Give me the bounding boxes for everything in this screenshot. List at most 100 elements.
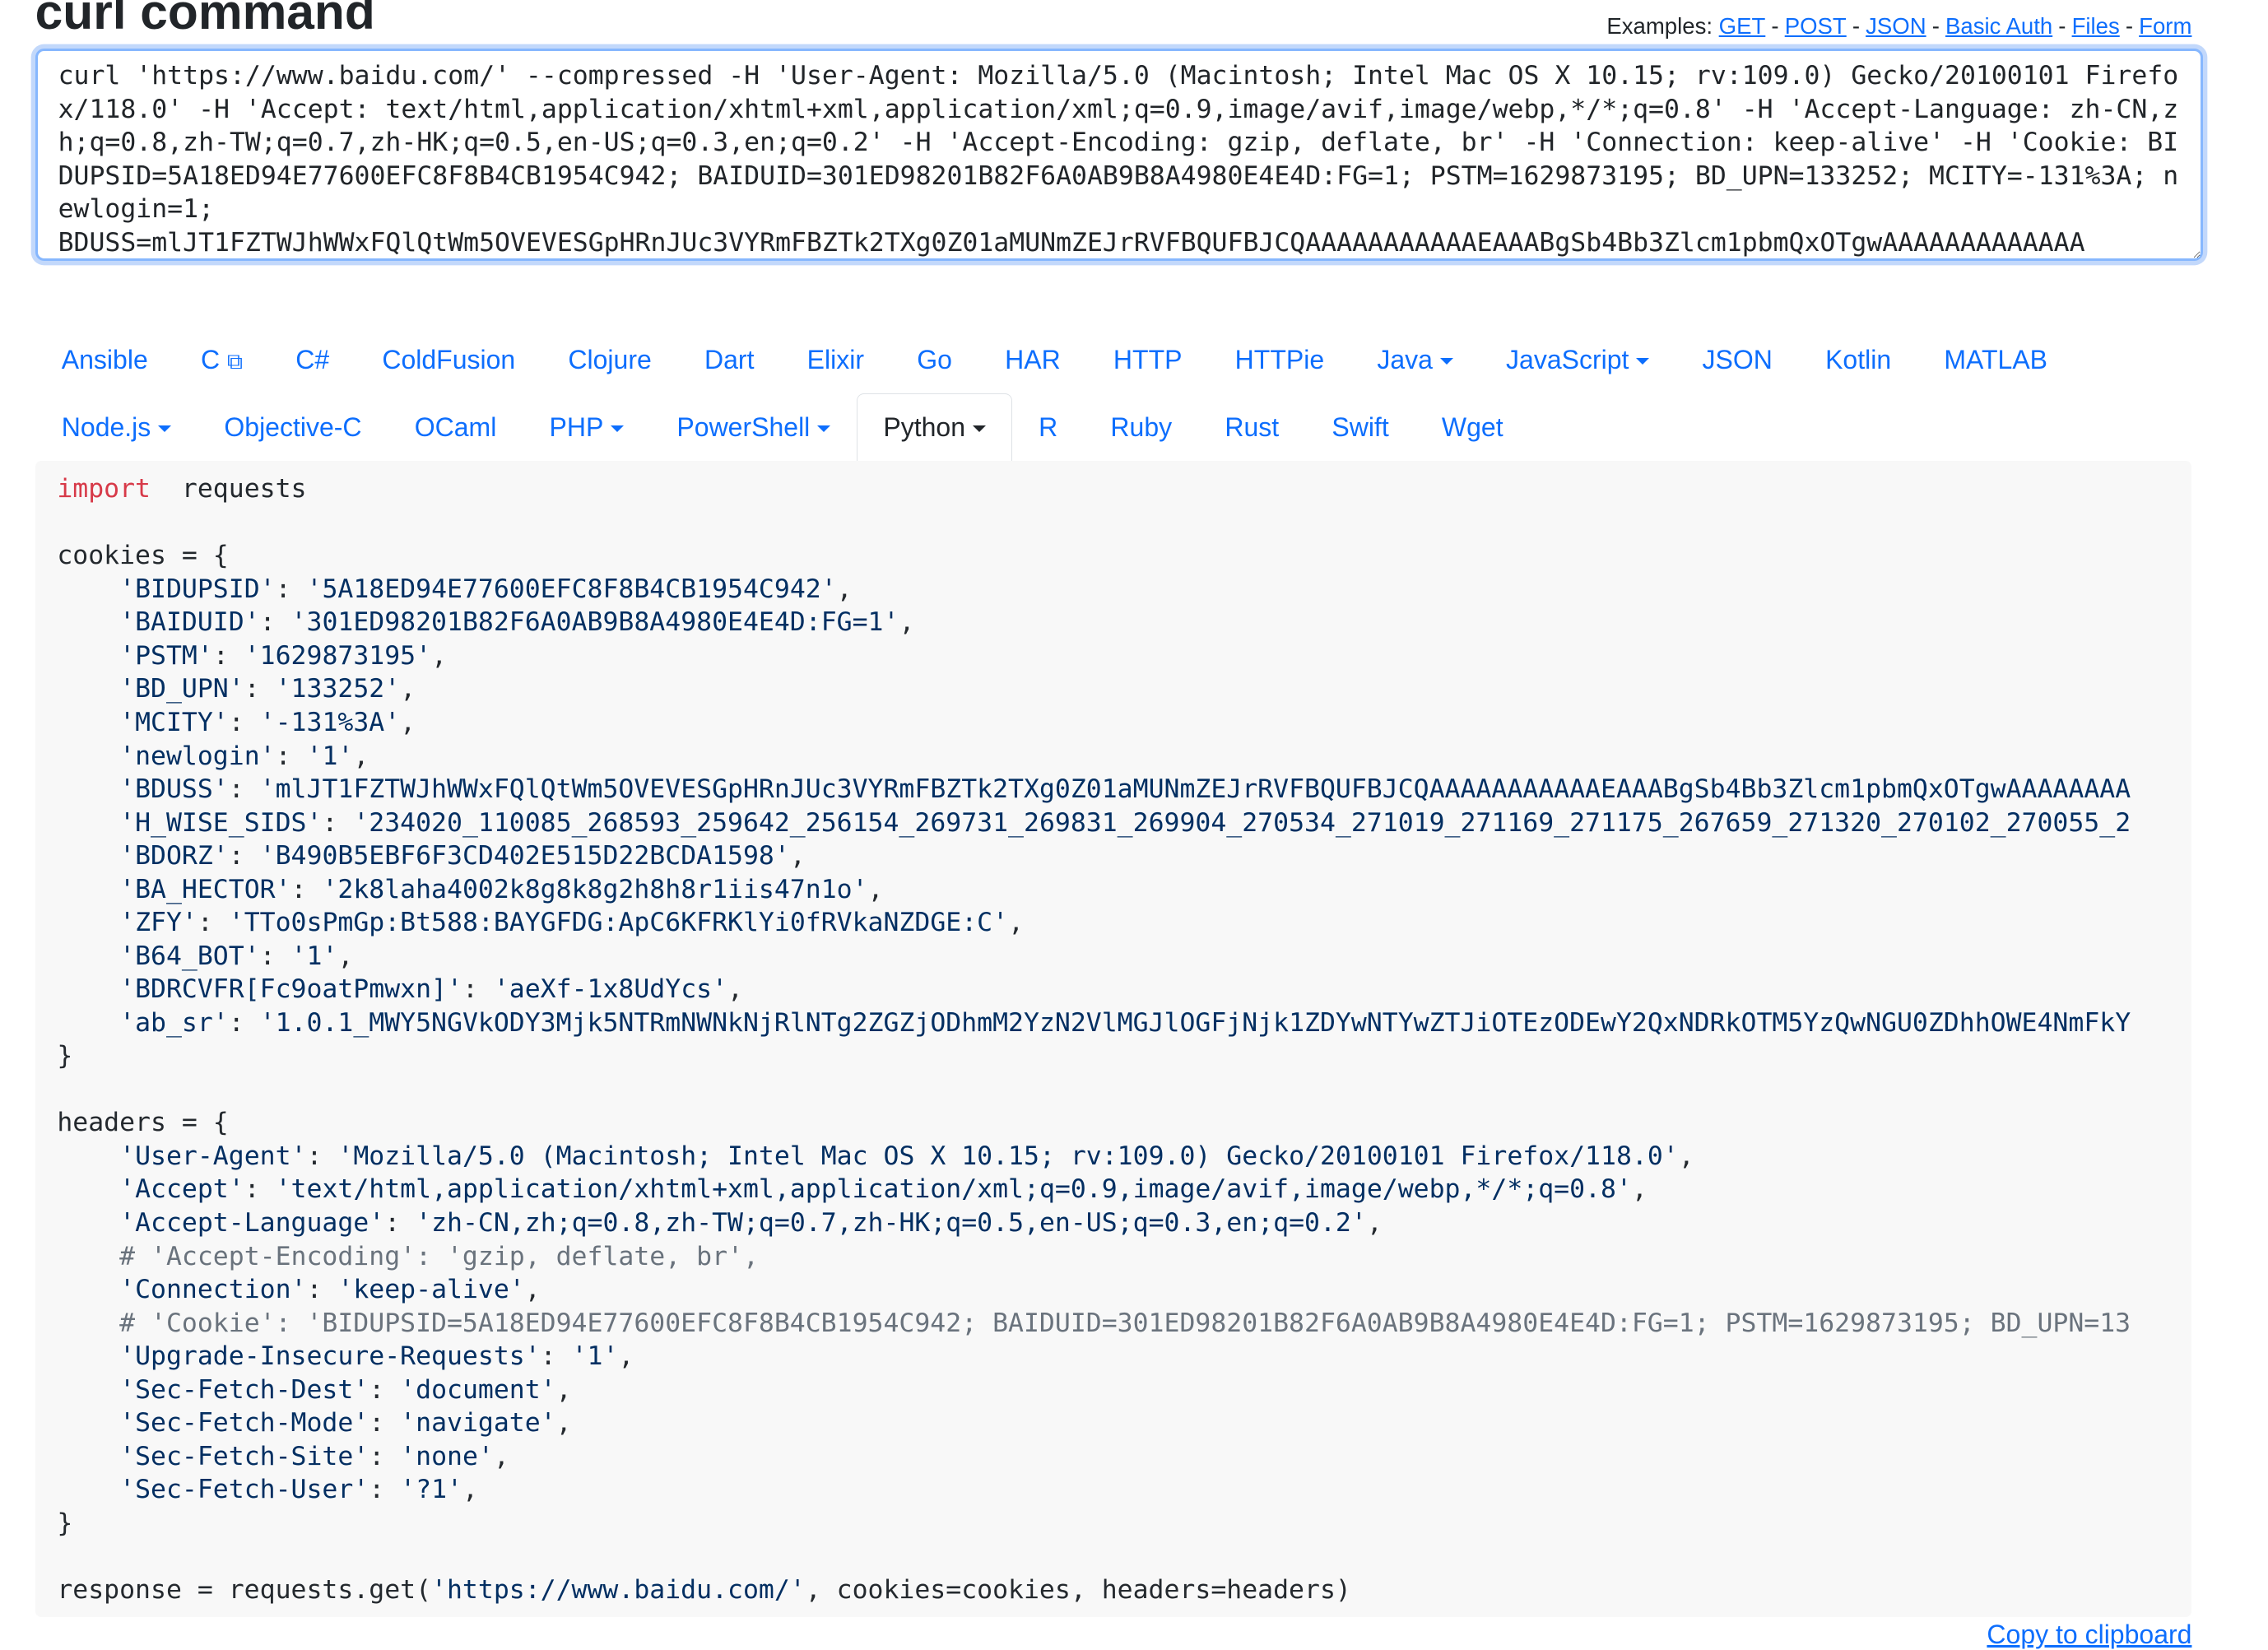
code-line: 'Sec-Fetch-Dest': 'document',	[57, 1373, 2169, 1407]
tab-ansible[interactable]: Ansible	[35, 326, 174, 394]
code-line: 'PSTM': '1629873195',	[57, 639, 2169, 673]
tab-har[interactable]: HAR	[978, 326, 1087, 394]
comment: # 'Accept-Encoding': 'gzip, deflate, br'…	[119, 1241, 759, 1271]
page-title: curl command	[35, 0, 375, 40]
tab-java[interactable]: Java	[1350, 326, 1480, 394]
code-line: 'Accept-Language': 'zh-CN,zh;q=0.8,zh-TW…	[57, 1206, 2169, 1240]
tab-ruby[interactable]: Ruby	[1084, 393, 1198, 462]
code-line: headers = {	[57, 1106, 2169, 1140]
tab-swift[interactable]: Swift	[1305, 393, 1415, 462]
tab-label: Ruby	[1110, 412, 1173, 443]
tab-ocaml[interactable]: OCaml	[388, 393, 523, 462]
example-link-get[interactable]: GET	[1719, 13, 1766, 39]
tab-matlab[interactable]: MATLAB	[1917, 326, 2074, 394]
tab-label: PowerShell	[676, 412, 811, 443]
tab-clojure[interactable]: Clojure	[541, 326, 678, 394]
code-line: 'ab_sr': '1.0.1_MWY5NGVkODY3Mjk5NTRmNWNk…	[57, 1006, 2169, 1040]
tab-label: Dart	[704, 345, 755, 375]
tab-label: PHP	[549, 412, 604, 443]
tab-node-js[interactable]: Node.js	[35, 393, 198, 462]
tab-php[interactable]: PHP	[523, 393, 650, 462]
code-text: ,	[1631, 1174, 1648, 1205]
tab-python[interactable]: Python	[857, 393, 1012, 462]
separator: -	[2058, 13, 2066, 39]
code-text: :	[197, 908, 229, 938]
code-text: }	[57, 1041, 73, 1071]
tab-label: Java	[1377, 345, 1433, 375]
code-text: :	[228, 841, 260, 871]
tab-javascript[interactable]: JavaScript	[1480, 326, 1675, 394]
tab-powershell[interactable]: PowerShell	[650, 393, 857, 462]
string-literal: 'BDRCVFR[Fc9oatPmwxn]'	[119, 974, 462, 1005]
code-text: ,	[1678, 1141, 1694, 1171]
string-literal: '2k8laha4002k8g8k8g2h8h8r1iis47n1o'	[322, 874, 868, 904]
tab-r[interactable]: R	[1012, 393, 1084, 462]
code-line: 'Sec-Fetch-Mode': 'navigate',	[57, 1406, 2169, 1440]
examples-label: Examples:	[1606, 13, 1713, 39]
string-literal: 'BIDUPSID'	[119, 574, 276, 604]
code-line: 'newlogin': '1',	[57, 740, 2169, 774]
code-line: cookies = {	[57, 539, 2169, 573]
generated-code-block: import requests cookies = { 'BIDUPSID': '…	[35, 461, 2192, 1617]
string-literal: 'none'	[400, 1441, 494, 1471]
example-link-files[interactable]: Files	[2072, 13, 2120, 39]
tab-label: Go	[917, 345, 952, 375]
code-text: ,	[836, 574, 853, 604]
code-text: :	[244, 1174, 276, 1205]
language-tabs-row-1: Ansible C ⧉ C# ColdFusion Clojure Dart Elixir Go…	[35, 326, 2194, 394]
tab-json[interactable]: JSON	[1675, 326, 1799, 394]
tab-kotlin[interactable]: Kotlin	[1799, 326, 1917, 394]
copy-to-clipboard-link[interactable]: Copy to clipboard	[1987, 1620, 2191, 1650]
tab-c[interactable]: C ⧉	[174, 326, 269, 394]
tab-elixir[interactable]: Elixir	[781, 326, 891, 394]
code-text: :	[244, 674, 276, 704]
string-literal: '1629873195'	[244, 640, 432, 671]
code-text: :	[228, 774, 260, 805]
code-line: # 'Cookie': 'BIDUPSID=5A18ED94E77600EFC8…	[57, 1307, 2169, 1341]
string-literal: 'Sec-Fetch-Mode'	[119, 1408, 369, 1439]
example-link-json[interactable]: JSON	[1866, 13, 1926, 39]
tab-dart[interactable]: Dart	[678, 326, 781, 394]
code-line: 'ZFY': 'TTo0sPmGp:Bt588:BAYGFDG:ApC6KFRK…	[57, 906, 2169, 940]
tab-http[interactable]: HTTP	[1087, 326, 1209, 394]
tab-objective-c[interactable]: Objective-C	[198, 393, 388, 462]
example-link-post[interactable]: POST	[1785, 13, 1847, 39]
tab-wget[interactable]: Wget	[1415, 393, 1530, 462]
tab-label: Objective-C	[224, 412, 362, 443]
tab-go[interactable]: Go	[890, 326, 978, 394]
example-link-basic-auth[interactable]: Basic Auth	[1945, 13, 2052, 39]
code-text: :	[275, 741, 307, 771]
curl-command-input[interactable]: curl 'https://www.baidu.com/' --compress…	[35, 48, 2203, 262]
string-literal: 'Upgrade-Insecure-Requests'	[119, 1341, 541, 1372]
code-text: }	[57, 1508, 73, 1538]
code-line: 'BDRCVFR[Fc9oatPmwxn]': 'aeXf-1x8UdYcs',	[57, 973, 2169, 1006]
string-literal: 'BDORZ'	[119, 841, 229, 871]
tab-rust[interactable]: Rust	[1198, 393, 1305, 462]
example-link-form[interactable]: Form	[2139, 13, 2191, 39]
tab-label: OCaml	[414, 412, 497, 443]
tab-label: R	[1039, 412, 1058, 443]
tab-label: Ansible	[61, 345, 148, 375]
string-literal: 'keep-alive'	[337, 1275, 525, 1305]
tab-c#[interactable]: C#	[269, 326, 356, 394]
tab-label: MATLAB	[1944, 345, 2047, 375]
string-literal: 'BD_UPN'	[119, 674, 244, 704]
tab-label: JavaScript	[1506, 345, 1629, 375]
code-text: :	[322, 807, 354, 838]
code-line: 'BDUSS': 'mlJT1FZTWJhWWxFQlQtWm5OVEVESGp…	[57, 773, 2169, 806]
tab-label: ColdFusion	[382, 345, 516, 375]
tab-httpie[interactable]: HTTPie	[1209, 326, 1351, 394]
tab-coldfusion[interactable]: ColdFusion	[356, 326, 541, 394]
string-literal: 'B64_BOT'	[119, 941, 260, 971]
